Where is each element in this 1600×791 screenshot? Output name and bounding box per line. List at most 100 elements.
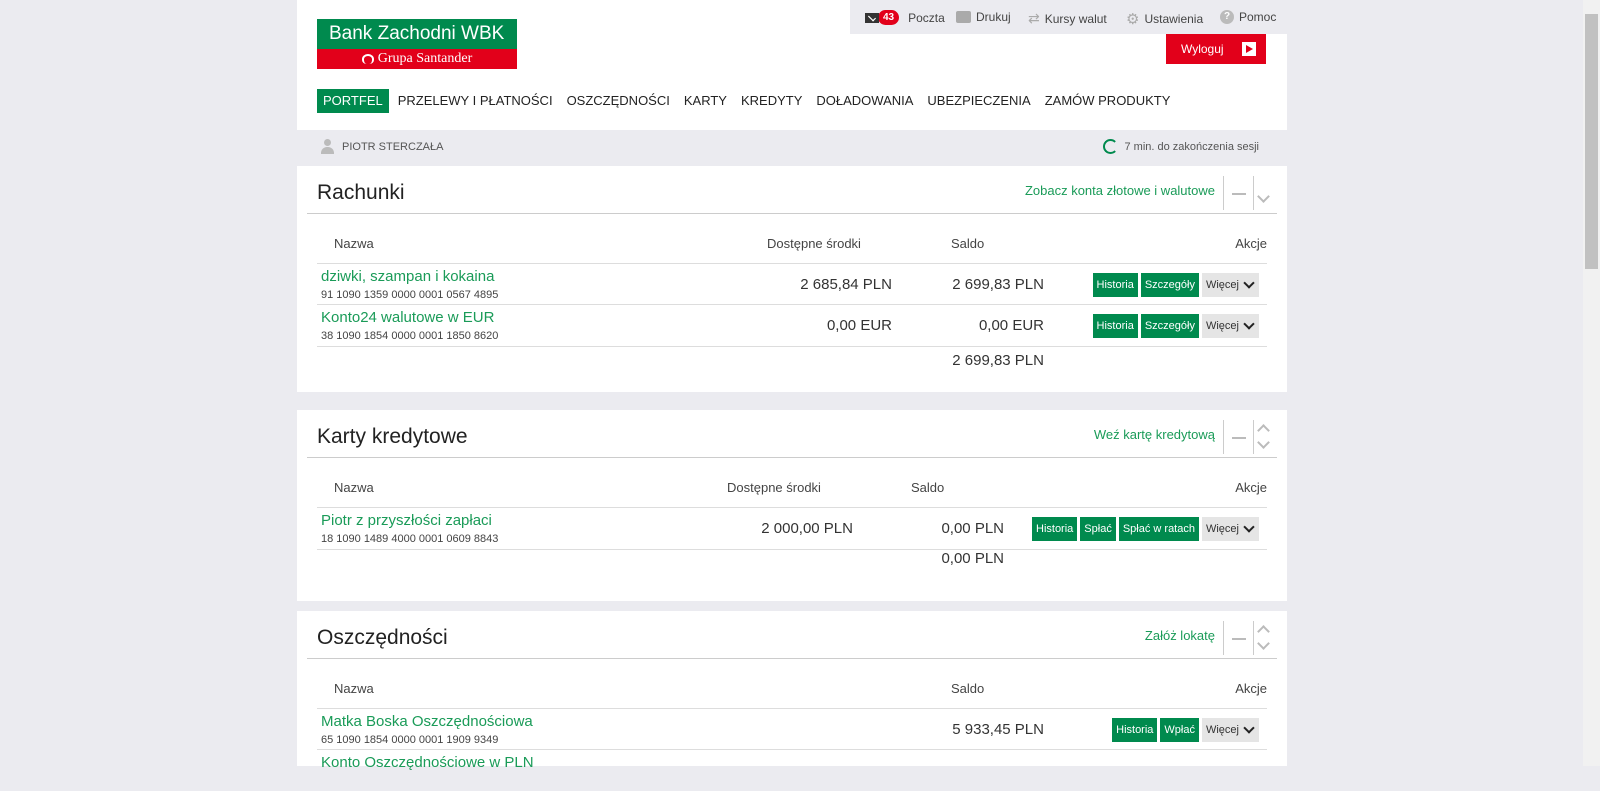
available-funds: 2 685,84 PLN (800, 276, 892, 293)
table-row: Konto Oszczędnościowe w PLN (317, 749, 1267, 791)
cards-controls (1223, 420, 1270, 454)
accounts-title: Rachunki (317, 181, 405, 204)
more-dropdown[interactable]: Więcej (1201, 718, 1259, 742)
more-label: Więcej (1205, 320, 1239, 332)
session-text: 7 min. do zakończenia sesji (1124, 140, 1259, 153)
bank-logo[interactable]: Bank Zachodni WBK Grupa Santander (317, 19, 517, 69)
savings-name-link[interactable]: Matka Boska Oszczędnościowa (321, 713, 533, 730)
history-button[interactable]: Historia (1112, 718, 1158, 742)
more-label: Więcej (1205, 724, 1239, 736)
mail-label: Poczta (908, 10, 945, 25)
savings-title: Oszczędności (317, 626, 448, 649)
accounts-controls (1223, 176, 1270, 210)
nav-karty[interactable]: KARTY (677, 89, 734, 113)
cards-title: Karty kredytowe (317, 425, 468, 448)
account-name-link[interactable]: Konto24 walutowe w EUR (321, 309, 494, 326)
help-link[interactable]: ? Pomoc (1220, 10, 1276, 24)
chevron-down-icon[interactable] (1256, 436, 1270, 449)
more-dropdown[interactable]: Więcej (1201, 314, 1259, 338)
main-nav: PORTFEL PRZELEWY I PŁATNOŚCI OSZCZĘDNOŚC… (317, 89, 1177, 113)
accounts-link[interactable]: Zobacz konta złotowe i walutowe (1025, 183, 1215, 198)
envelope-icon (865, 12, 879, 23)
divider (307, 213, 1277, 214)
chevron-down-icon[interactable] (1256, 190, 1270, 203)
scrollbar-thumb[interactable] (1585, 14, 1598, 269)
mail-link[interactable]: 43 Poczta (865, 10, 945, 25)
chevron-down-icon[interactable] (1256, 637, 1270, 650)
cards-link[interactable]: Weź kartę kredytową (1094, 427, 1215, 442)
col-available: Dostępne środki (727, 480, 821, 495)
account-name-link[interactable]: dziwki, szampan i kokaina (321, 268, 494, 285)
chevron-down-icon (1243, 521, 1255, 533)
user-icon (321, 139, 334, 154)
savings-name-link[interactable]: Konto Oszczędnościowe w PLN (321, 754, 534, 771)
history-button[interactable]: Historia (1032, 517, 1078, 541)
card-name-link[interactable]: Piotr z przyszłości zapłaci (321, 512, 492, 529)
printer-icon (956, 11, 971, 23)
more-dropdown[interactable]: Więcej (1201, 517, 1259, 541)
chevron-down-icon (1243, 722, 1255, 734)
details-button[interactable]: Szczegóły (1140, 273, 1199, 297)
logo-group-label: Grupa Santander (377, 51, 473, 66)
fx-rates-label: Kursy walut (1044, 11, 1107, 26)
accounts-total: 2 699,83 PLN (952, 352, 1044, 369)
available-funds: 2 000,00 PLN (761, 520, 853, 537)
settings-link[interactable]: ⚙ Ustawienia (1126, 10, 1203, 28)
row-actions: Historia Spłać Spłać w ratach Więcej (1032, 517, 1259, 541)
history-button[interactable]: Historia (1092, 273, 1138, 297)
col-name: Nazwa (334, 480, 374, 495)
nav-portfel[interactable]: PORTFEL (317, 89, 389, 113)
print-label: Drukuj (976, 10, 1011, 24)
table-row: Konto24 walutowe w EUR 38 1090 1854 0000… (317, 304, 1267, 347)
refresh-icon (1103, 139, 1119, 154)
details-button[interactable]: Szczegóły (1140, 314, 1199, 338)
fx-rates-link[interactable]: ⇄ Kursy walut (1028, 10, 1107, 27)
card-number: 18 1090 1489 4000 0001 0609 8843 (321, 533, 499, 545)
history-button[interactable]: Historia (1092, 314, 1138, 338)
nav-ubezpieczenia[interactable]: UBEZPIECZENIA (920, 89, 1037, 113)
help-label: Pomoc (1239, 10, 1277, 24)
balance: 0,00 EUR (978, 317, 1044, 334)
chevron-down-icon (1243, 318, 1255, 330)
vertical-scrollbar[interactable] (1583, 0, 1600, 766)
nav-zamow-produkty[interactable]: ZAMÓW PRODUKTY (1038, 89, 1178, 113)
col-name: Nazwa (334, 681, 374, 696)
more-dropdown[interactable]: Więcej (1201, 273, 1259, 297)
print-link[interactable]: Drukuj (956, 10, 1011, 24)
utility-bar: 43 Poczta Drukuj ⇄ Kursy walut ⚙ Ustawie… (850, 0, 1287, 34)
balance: 5 933,45 PLN (952, 721, 1044, 738)
row-actions: Historia Wpłać Więcej (1112, 718, 1259, 742)
more-label: Więcej (1205, 523, 1239, 535)
logo-group-name: Grupa Santander (317, 49, 517, 69)
col-actions: Akcje (1235, 480, 1267, 495)
session-timer[interactable]: 7 min. do zakończenia sesji (1103, 139, 1259, 154)
mail-count-badge: 43 (878, 10, 900, 25)
col-available: Dostępne środki (767, 236, 861, 251)
col-actions: Akcje (1235, 236, 1267, 251)
minimize-icon[interactable] (1223, 621, 1253, 655)
exchange-icon: ⇄ (1028, 10, 1040, 26)
savings-number: 65 1090 1854 0000 0001 1909 9349 (321, 734, 499, 746)
nav-przelewy[interactable]: PRZELEWY I PŁATNOŚCI (391, 89, 560, 113)
col-name: Nazwa (334, 236, 374, 251)
nav-kredyty[interactable]: KREDYTY (734, 89, 809, 113)
pay-button[interactable]: Spłać (1080, 517, 1116, 541)
logout-label: Wyloguj (1181, 42, 1224, 56)
move-arrows[interactable] (1252, 621, 1270, 655)
pay-installments-button[interactable]: Spłać w ratach (1118, 517, 1199, 541)
row-actions: Historia Szczegóły Więcej (1092, 273, 1259, 297)
move-arrows[interactable] (1252, 176, 1270, 210)
nav-oszczednosci[interactable]: OSZCZĘDNOŚCI (560, 89, 677, 113)
row-actions: Historia Szczegóły Więcej (1092, 314, 1259, 338)
minimize-icon[interactable] (1223, 420, 1253, 454)
move-arrows[interactable] (1252, 420, 1270, 454)
gear-icon: ⚙ (1126, 11, 1140, 28)
deposit-button[interactable]: Wpłać (1160, 718, 1199, 742)
table-row: Matka Boska Oszczędnościowa 65 1090 1854… (317, 708, 1267, 750)
nav-doladowania[interactable]: DOŁADOWANIA (809, 89, 920, 113)
savings-link[interactable]: Załóż lokatę (1145, 628, 1215, 643)
user-name: PIOTR STERCZAŁA (342, 140, 444, 153)
minimize-icon[interactable] (1223, 176, 1253, 210)
account-number: 38 1090 1854 0000 0001 1850 8620 (321, 330, 499, 342)
logout-button[interactable]: Wyloguj (1166, 34, 1266, 64)
